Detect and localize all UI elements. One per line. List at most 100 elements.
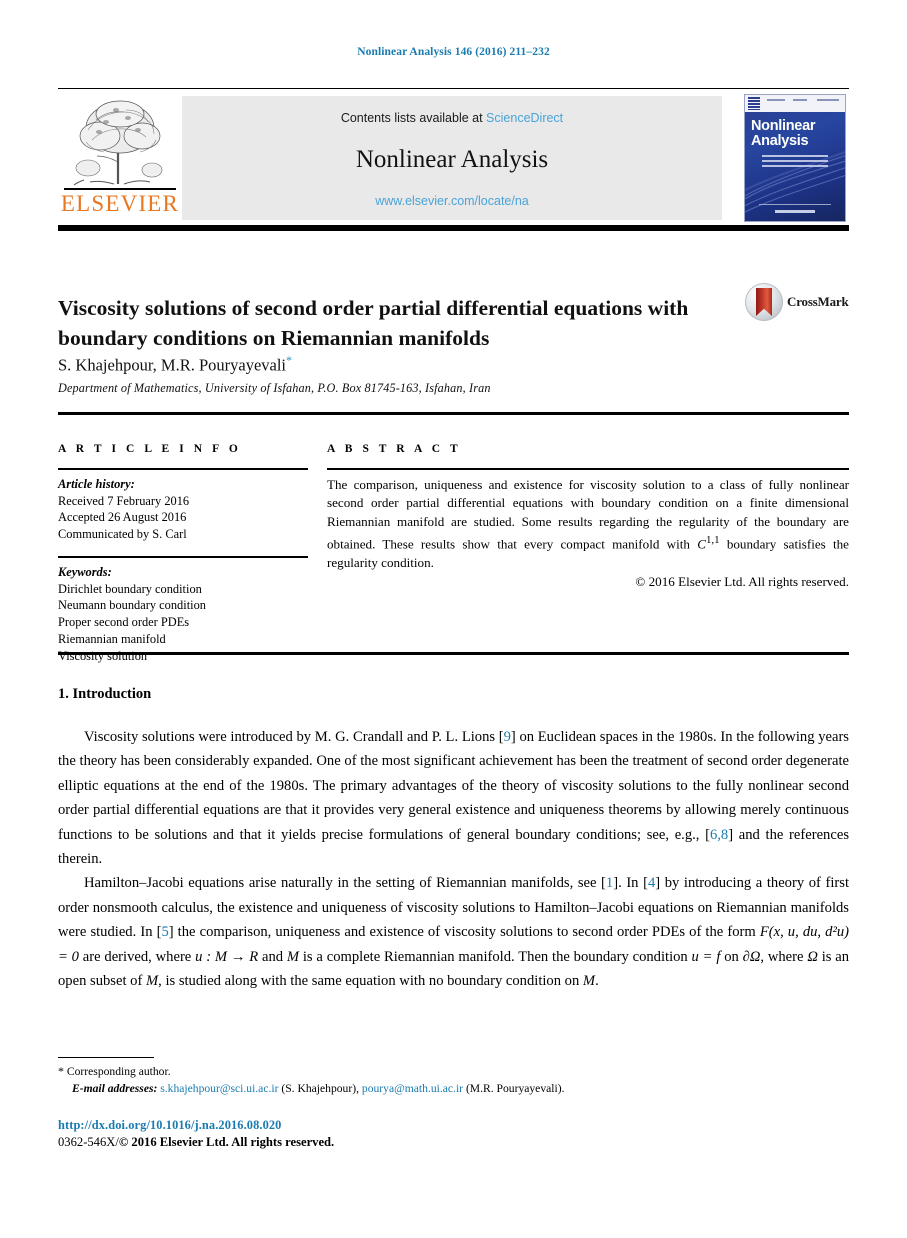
email-owner-1: (S. Khajehpour), [281, 1082, 359, 1095]
footnote-block: * Corresponding author. E-mail addresses… [58, 1063, 849, 1097]
article-history-item: Communicated by S. Carl [58, 527, 187, 542]
citation-ref-9[interactable]: 9 [504, 729, 511, 745]
contents-prefix: Contents lists available at [340, 111, 487, 125]
author-names: S. Khajehpour, M.R. Pouryayevali [58, 355, 287, 375]
issn-copyright-line: 0362-546X/© 2016 Elsevier Ltd. All right… [58, 1135, 334, 1150]
p2-equation-7: M [145, 973, 159, 990]
citation-ref-6-8[interactable]: 6,8 [710, 827, 728, 843]
p2-equation-5: ∂Ω [742, 948, 761, 965]
article-info-column: A R T I C L E I N F O Article history: R… [58, 443, 308, 665]
cover-subtitle-lines [762, 155, 828, 170]
article-history-label: Article history: [58, 476, 135, 491]
paragraph-1: Viscosity solutions were introduced by M… [58, 725, 849, 871]
p2-text-h: on [720, 948, 743, 965]
abstract-rule [327, 468, 849, 470]
p2-text-k: , is studied along with the same equatio… [158, 973, 583, 990]
issn-copyright: © 2016 Elsevier Ltd. [118, 1135, 229, 1149]
cover-topbar-text-2 [793, 99, 807, 101]
p1-text-b: ] on Euclidean spaces in the 1980s. In t… [58, 729, 849, 843]
p2-text-e: are derived, where [78, 948, 196, 965]
citation-ref-5[interactable]: 5 [161, 924, 168, 940]
article-info-rule-1 [58, 468, 308, 470]
cover-title-line1: Nonlinear [751, 118, 816, 134]
crossmark-book-icon [756, 288, 772, 316]
p2-equation-4: u = f [691, 948, 721, 965]
sciencedirect-panel: Contents lists available at ScienceDirec… [182, 96, 722, 220]
p2-text-d: ] the comparison, uniqueness and existen… [168, 924, 760, 941]
paper-page: Nonlinear Analysis 146 (2016) 211–232 EL… [0, 0, 907, 1238]
elsevier-logo-baseline [64, 188, 176, 190]
crossmark-logo[interactable]: CrossMark [745, 283, 849, 323]
journal-cover-thumbnail: Nonlinear Analysis [744, 94, 846, 222]
crossmark-label: CrossMark [787, 294, 849, 309]
sciencedirect-link[interactable]: ScienceDirect [486, 111, 563, 125]
crossmark-badge-icon [745, 283, 783, 321]
elsevier-wordmark: ELSEVIER [60, 191, 180, 216]
keywords-label: Keywords: [58, 564, 112, 579]
journal-masthead: ELSEVIER Contents lists available at Sci… [58, 94, 849, 222]
email-link-pouryayevali[interactable]: pourya@math.ui.ac.ir [362, 1082, 463, 1095]
p2-text-l: . [595, 973, 599, 990]
keyword-item: Proper second order PDEs [58, 615, 190, 630]
corresponding-author-note: * Corresponding author. [58, 1063, 849, 1080]
journal-title: Nonlinear Analysis [355, 146, 549, 173]
abstract-math-C-sup: 1,1 [705, 534, 720, 547]
issn-number: 0362-546X/ [58, 1135, 119, 1149]
elsevier-logo: ELSEVIER [60, 96, 180, 220]
abstract-copyright: © 2016 Elsevier Ltd. All rights reserved… [635, 574, 849, 590]
p2-text-i: , where [760, 948, 808, 965]
body-content: Viscosity solutions were introduced by M… [58, 725, 849, 993]
journal-homepage-link[interactable]: www.elsevier.com/locate/na [182, 194, 722, 208]
article-history-item: Accepted 26 August 2016 [58, 510, 187, 525]
issn-rights: All rights reserved. [228, 1135, 335, 1149]
masthead-bottom-rule [58, 225, 849, 231]
doi-link[interactable]: http://dx.doi.org/10.1016/j.na.2016.08.0… [58, 1118, 281, 1133]
abstract-bottom-rule [58, 652, 849, 655]
cover-title-line2: Analysis [751, 133, 809, 149]
abstract-text: The comparison, uniqueness and existence… [327, 476, 849, 573]
footnote-star-marker: * [58, 1064, 64, 1078]
masthead-top-rule [58, 88, 849, 89]
cover-topbar-text-3 [817, 99, 839, 101]
cover-footer [759, 204, 831, 213]
cover-topbar-text-1 [767, 99, 785, 101]
cover-title: Nonlinear Analysis [751, 119, 839, 149]
paragraph-2: Hamilton–Jacobi equations arise naturall… [58, 871, 849, 993]
elsevier-tree-icon [73, 100, 163, 186]
article-info-heading: A R T I C L E I N F O [58, 443, 242, 455]
p1-text-a: Viscosity solutions were introduced by M… [84, 729, 504, 745]
footnote-rule [58, 1057, 154, 1058]
running-head: Nonlinear Analysis 146 (2016) 211–232 [357, 46, 550, 58]
abstract-column: A B S T R A C T The comparison, uniquene… [327, 443, 849, 590]
abstract-heading: A B S T R A C T [327, 443, 462, 455]
abstract-math-C: C [697, 536, 706, 552]
article-history-item: Received 7 February 2016 [58, 493, 190, 508]
p2-text-g: is a complete Riemannian manifold. Then … [299, 948, 692, 965]
page-title: Viscosity solutions of second order part… [58, 296, 689, 351]
author-list: S. Khajehpour, M.R. Pouryayevali* [58, 353, 292, 376]
corresponding-author-marker[interactable]: * [286, 353, 292, 367]
p2-text-a: Hamilton–Jacobi equations arise naturall… [84, 875, 606, 892]
keyword-item: Neumann boundary condition [58, 598, 206, 613]
keyword-item: Riemannian manifold [58, 631, 166, 646]
p2-equation-8: M [582, 973, 596, 990]
cover-topbar [745, 95, 845, 112]
email-link-khajehpour[interactable]: s.khajehpour@sci.ui.ac.ir [160, 1082, 278, 1095]
cover-elsevier-mark-icon [748, 97, 760, 110]
email-owner-2: (M.R. Pouryayevali). [465, 1082, 565, 1095]
email-addresses-note: E-mail addresses: s.khajehpour@sci.ui.ac… [58, 1080, 849, 1097]
email-label: E-mail addresses: [72, 1082, 158, 1095]
p2-text-f: and [258, 948, 287, 965]
contents-available-line: Contents lists available at ScienceDirec… [182, 111, 722, 125]
p2-equation-3: M [286, 948, 300, 965]
section-heading-introduction: 1. Introduction [58, 686, 152, 702]
p2-text-b: ]. In [ [613, 875, 648, 892]
p2-equation-2: u : M → R [195, 948, 259, 965]
affiliation: Department of Mathematics, University of… [58, 381, 491, 395]
p2-equation-6: Ω [807, 948, 818, 965]
keyword-item: Dirichlet boundary condition [58, 581, 202, 596]
article-info-rule-2 [58, 555, 308, 558]
title-bottom-rule [58, 412, 849, 415]
keyword-item: Viscosity solution [58, 648, 148, 663]
corresponding-author-text: Corresponding author. [66, 1065, 171, 1078]
